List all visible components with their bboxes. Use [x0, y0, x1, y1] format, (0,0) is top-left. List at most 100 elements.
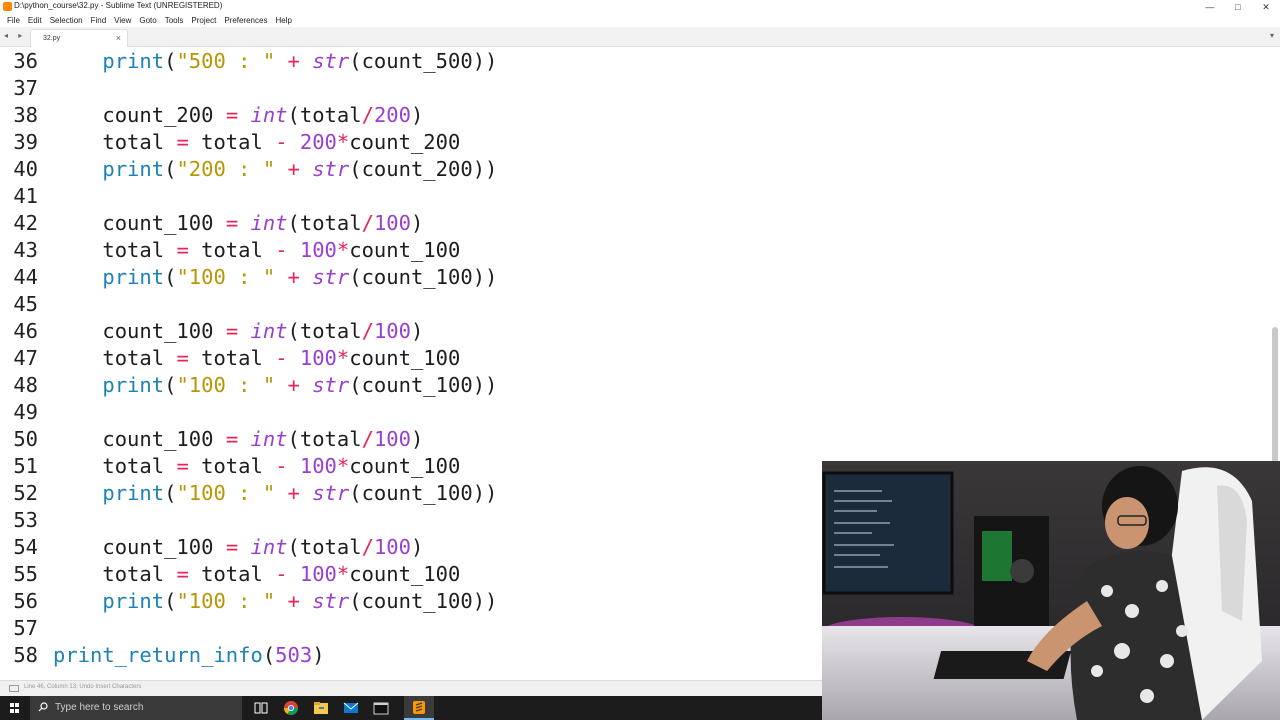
- menu-find[interactable]: Find: [87, 14, 111, 27]
- code-text[interactable]: total = total - 100*count_100: [53, 345, 460, 372]
- line-number: 48: [13, 373, 38, 397]
- menu-tools[interactable]: Tools: [161, 14, 188, 27]
- folder-icon: [314, 702, 328, 714]
- menu-selection[interactable]: Selection: [46, 14, 87, 27]
- code-line[interactable]: 38 count_200 = int(total/200): [0, 102, 1280, 129]
- code-text[interactable]: print("100 : " + str(count_100)): [53, 372, 497, 399]
- tab-close-icon[interactable]: ×: [116, 33, 121, 43]
- window-title: D:\python_course\32.py - Sublime Text (U…: [14, 1, 223, 10]
- line-number: 45: [13, 292, 38, 316]
- tab-bar: ◂ ▸ 32.py × ▾: [0, 27, 1280, 47]
- windows-logo-icon: [10, 703, 20, 713]
- code-text[interactable]: print_return_info(503): [53, 642, 325, 669]
- code-line[interactable]: 50 count_100 = int(total/100): [0, 426, 1280, 453]
- code-line[interactable]: 41: [0, 183, 1280, 210]
- code-text[interactable]: print("100 : " + str(count_100)): [53, 264, 497, 291]
- menu-edit[interactable]: Edit: [24, 14, 46, 27]
- webcam-image: [822, 461, 1280, 720]
- code-text[interactable]: count_100 = int(total/100): [53, 318, 423, 345]
- code-line[interactable]: 46 count_100 = int(total/100): [0, 318, 1280, 345]
- line-number: 52: [13, 481, 38, 505]
- terminal-icon: [373, 702, 389, 715]
- line-number: 58: [13, 643, 38, 667]
- tab-nav-arrows[interactable]: ◂ ▸: [4, 31, 26, 40]
- code-text[interactable]: count_100 = int(total/100): [53, 534, 423, 561]
- menu-view[interactable]: View: [110, 14, 135, 27]
- code-text[interactable]: count_200 = int(total/200): [53, 102, 423, 129]
- line-number: 46: [13, 319, 38, 343]
- code-text[interactable]: count_100 = int(total/100): [53, 426, 423, 453]
- menu-bar: File Edit Selection Find View Goto Tools…: [0, 14, 1280, 27]
- start-button[interactable]: [0, 696, 30, 720]
- chrome-button[interactable]: [276, 696, 306, 720]
- line-number: 51: [13, 454, 38, 478]
- menu-file[interactable]: File: [3, 14, 24, 27]
- tab-label: 32.py: [43, 35, 61, 42]
- close-button[interactable]: ✕: [1252, 0, 1280, 14]
- code-text[interactable]: total = total - 100*count_100: [53, 453, 460, 480]
- menu-help[interactable]: Help: [271, 14, 295, 27]
- code-line[interactable]: 40 print("200 : " + str(count_200)): [0, 156, 1280, 183]
- code-text[interactable]: total = total - 100*count_100: [53, 561, 460, 588]
- sublime-text-button[interactable]: [404, 696, 434, 720]
- line-number: 38: [13, 103, 38, 127]
- sublime-text-icon: [413, 701, 425, 714]
- mail-icon: [343, 702, 359, 713]
- code-line[interactable]: 48 print("100 : " + str(count_100)): [0, 372, 1280, 399]
- line-number: 47: [13, 346, 38, 370]
- code-line[interactable]: 36 print("500 : " + str(count_500)): [0, 48, 1280, 75]
- line-number: 42: [13, 211, 38, 235]
- line-number: 41: [13, 184, 38, 208]
- tab-32-py[interactable]: 32.py ×: [30, 29, 128, 47]
- code-text[interactable]: count_100 = int(total/100): [53, 210, 423, 237]
- file-explorer-button[interactable]: [306, 696, 336, 720]
- menu-preferences[interactable]: Preferences: [220, 14, 271, 27]
- minimize-button[interactable]: —: [1196, 0, 1224, 14]
- line-number: 39: [13, 130, 38, 154]
- line-number: 44: [13, 265, 38, 289]
- window-controls: — □ ✕: [1196, 0, 1280, 14]
- code-line[interactable]: 43 total = total - 100*count_100: [0, 237, 1280, 264]
- code-text[interactable]: total = total - 100*count_100: [53, 237, 460, 264]
- code-line[interactable]: 44 print("100 : " + str(count_100)): [0, 264, 1280, 291]
- webcam-overlay: [822, 461, 1280, 720]
- task-view-button[interactable]: [246, 696, 276, 720]
- code-line[interactable]: 45: [0, 291, 1280, 318]
- line-number: 54: [13, 535, 38, 559]
- line-number: 40: [13, 157, 38, 181]
- line-number: 53: [13, 508, 38, 532]
- line-number: 50: [13, 427, 38, 451]
- status-text: Line 46, Column 13; Undo Insert Characte…: [24, 684, 142, 690]
- line-number: 37: [13, 76, 38, 100]
- line-number: 56: [13, 589, 38, 613]
- task-view-icon: [254, 702, 268, 714]
- code-line[interactable]: 37: [0, 75, 1280, 102]
- line-number: 55: [13, 562, 38, 586]
- menu-goto[interactable]: Goto: [135, 14, 160, 27]
- menu-project[interactable]: Project: [187, 14, 220, 27]
- code-line[interactable]: 39 total = total - 200*count_200: [0, 129, 1280, 156]
- line-number: 43: [13, 238, 38, 262]
- panel-toggle-icon[interactable]: [9, 685, 19, 692]
- tab-dropdown-icon[interactable]: ▾: [1270, 31, 1274, 40]
- sublime-text-icon: [3, 2, 12, 11]
- code-line[interactable]: 49: [0, 399, 1280, 426]
- maximize-button[interactable]: □: [1224, 0, 1252, 14]
- code-line[interactable]: 42 count_100 = int(total/100): [0, 210, 1280, 237]
- chrome-icon: [284, 701, 298, 715]
- mail-button[interactable]: [336, 696, 366, 720]
- code-text[interactable]: print("500 : " + str(count_500)): [53, 48, 497, 75]
- search-placeholder: Type here to search: [55, 702, 144, 713]
- code-text[interactable]: print("200 : " + str(count_200)): [53, 156, 497, 183]
- title-bar: D:\python_course\32.py - Sublime Text (U…: [0, 0, 1280, 14]
- search-icon: [38, 702, 48, 712]
- code-text[interactable]: total = total - 200*count_200: [53, 129, 460, 156]
- line-number: 49: [13, 400, 38, 424]
- code-line[interactable]: 47 total = total - 100*count_100: [0, 345, 1280, 372]
- code-text[interactable]: print("100 : " + str(count_100)): [53, 588, 497, 615]
- terminal-button[interactable]: [366, 696, 396, 720]
- taskbar-search[interactable]: Type here to search: [30, 696, 242, 720]
- code-text[interactable]: print("100 : " + str(count_100)): [53, 480, 497, 507]
- line-number: 57: [13, 616, 38, 640]
- line-number: 36: [13, 49, 38, 73]
